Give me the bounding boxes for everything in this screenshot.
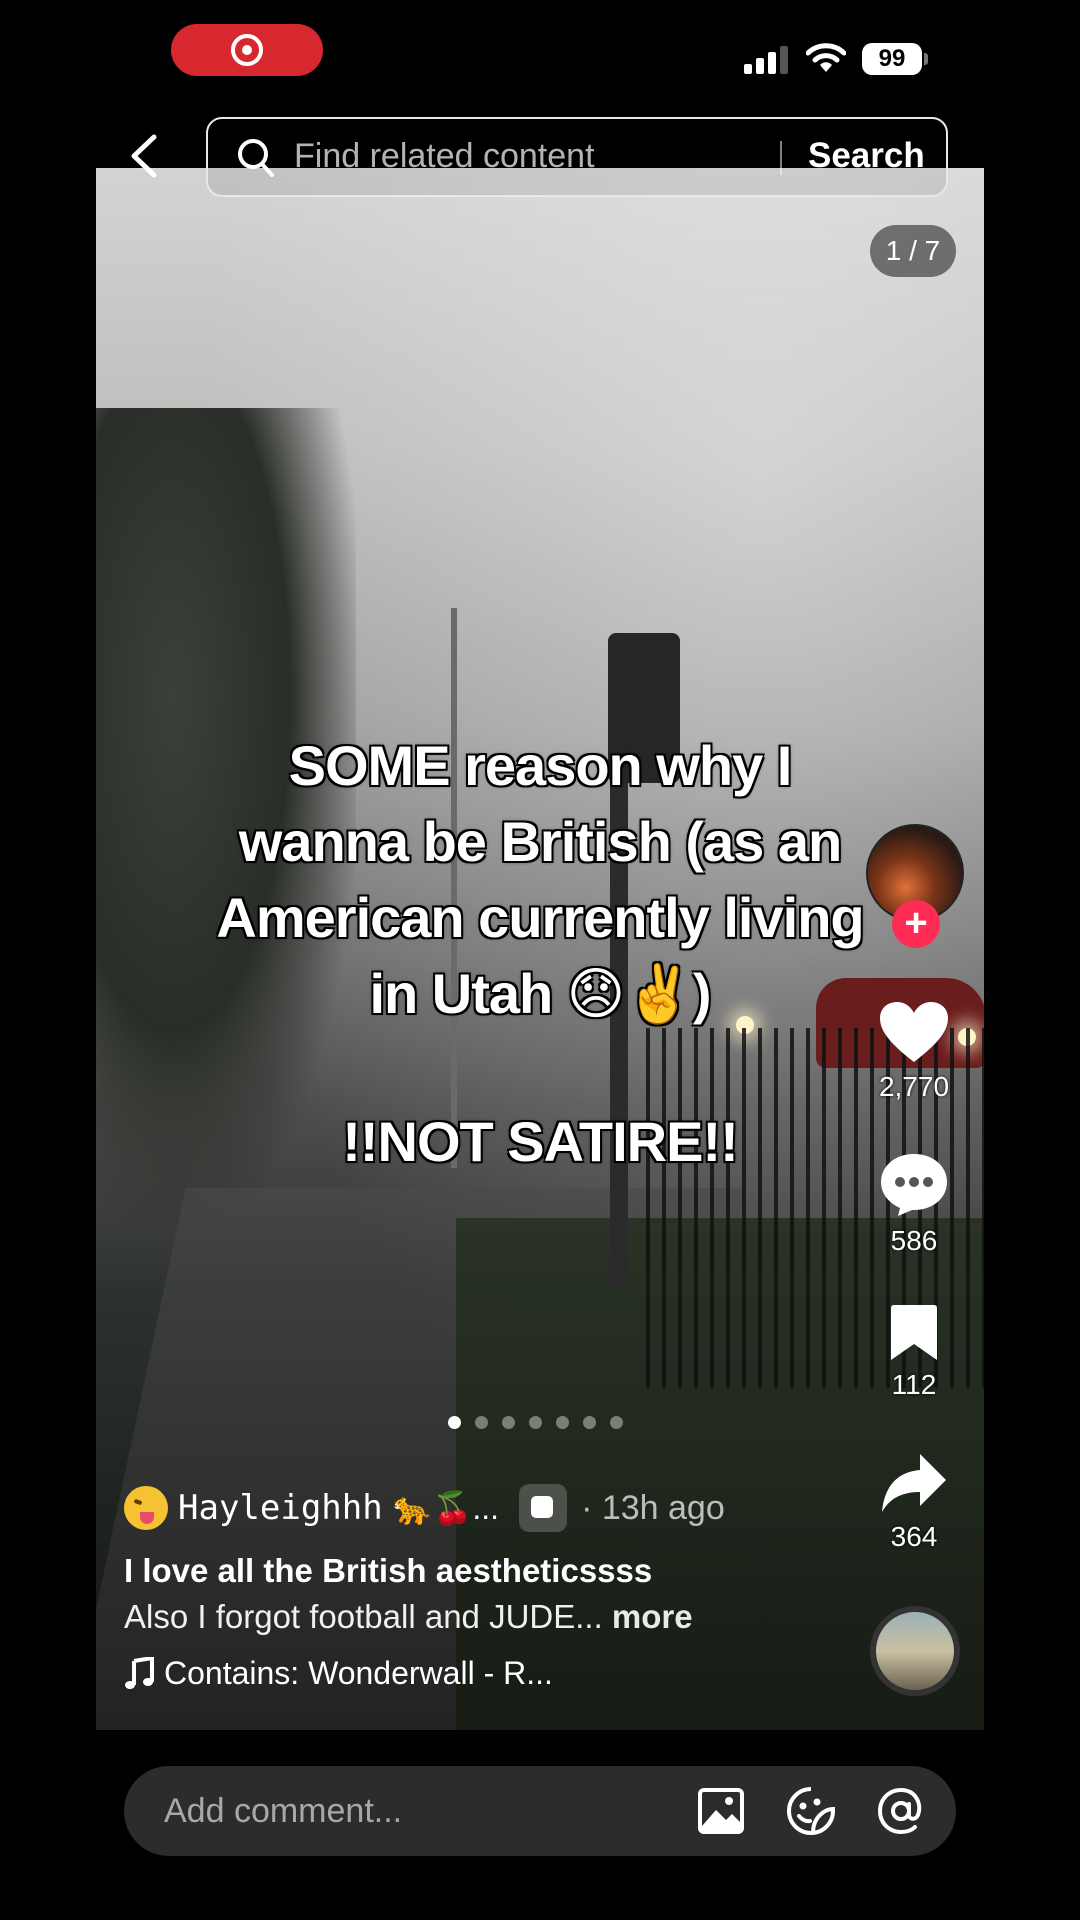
music-note-icon bbox=[125, 1656, 154, 1689]
sound-link[interactable]: Contains: Wonderwall - R... bbox=[124, 1655, 553, 1692]
caption-title: I love all the British aestheticssss bbox=[124, 1552, 653, 1589]
carousel-dot bbox=[475, 1416, 488, 1429]
caption-body[interactable]: Also I forgot football and JUDE... more bbox=[124, 1598, 693, 1636]
sound-label: Contains: Wonderwall - R... bbox=[164, 1655, 553, 1691]
comment-input[interactable]: Add comment... bbox=[164, 1792, 402, 1831]
image-overlay-subtext: !!NOT SATIRE!! bbox=[342, 1110, 739, 1173]
follow-plus-icon[interactable]: + bbox=[892, 900, 940, 948]
battery-indicator: 99 bbox=[862, 43, 928, 75]
post-time: · 13h ago bbox=[581, 1488, 725, 1527]
search-bar[interactable]: Find related content Search bbox=[206, 117, 948, 197]
repost-icon bbox=[519, 1484, 568, 1532]
carousel-dots bbox=[448, 1416, 623, 1432]
divider bbox=[780, 141, 782, 175]
screen-recording-indicator[interactable] bbox=[171, 24, 323, 76]
save-button[interactable]: 112 bbox=[868, 1304, 960, 1401]
share-arrow-icon bbox=[882, 1454, 946, 1512]
search-button[interactable]: Search bbox=[808, 136, 925, 176]
comment-count: 586 bbox=[890, 1225, 938, 1256]
author-name-emojis: 🐆🍒... bbox=[392, 1490, 500, 1526]
like-button[interactable]: 2,770 bbox=[868, 1000, 960, 1103]
photo-page-counter: 1 / 7 bbox=[870, 225, 956, 277]
comment-bubble-icon bbox=[881, 1154, 947, 1216]
share-count: 364 bbox=[890, 1521, 938, 1552]
save-count: 112 bbox=[891, 1369, 937, 1400]
like-count: 2,770 bbox=[878, 1071, 950, 1102]
image-overlay-text: SOME reason why I wanna be British (as a… bbox=[216, 734, 864, 1025]
comment-input-bar[interactable]: Add comment... bbox=[124, 1766, 956, 1856]
sticker-icon[interactable] bbox=[786, 1786, 836, 1836]
cellular-signal-icon bbox=[744, 44, 790, 74]
comment-button[interactable]: 586 bbox=[868, 1152, 960, 1257]
carousel-dot bbox=[529, 1416, 542, 1429]
more-link[interactable]: more bbox=[612, 1598, 693, 1635]
search-input[interactable]: Find related content bbox=[294, 137, 595, 176]
wifi-icon bbox=[806, 43, 846, 72]
mention-at-icon[interactable] bbox=[876, 1786, 926, 1836]
carousel-dot bbox=[448, 1416, 461, 1429]
carousel-dot bbox=[610, 1416, 623, 1429]
search-icon bbox=[238, 139, 274, 177]
heart-icon bbox=[880, 1002, 948, 1062]
sound-disc[interactable] bbox=[870, 1606, 960, 1696]
share-button[interactable]: 364 bbox=[868, 1452, 960, 1553]
carousel-dot bbox=[556, 1416, 569, 1429]
carousel-dot bbox=[502, 1416, 515, 1429]
bookmark-icon bbox=[891, 1305, 937, 1360]
author-name[interactable]: Hayleighhh bbox=[178, 1488, 383, 1528]
carousel-dot bbox=[583, 1416, 596, 1429]
tongue-emoji-icon bbox=[124, 1486, 168, 1530]
chevron-left-icon[interactable] bbox=[126, 133, 166, 179]
screen-record-icon bbox=[231, 34, 263, 66]
author-row[interactable]: Hayleighhh 🐆🍒... · 13h ago bbox=[124, 1484, 725, 1532]
image-icon[interactable] bbox=[696, 1786, 746, 1836]
